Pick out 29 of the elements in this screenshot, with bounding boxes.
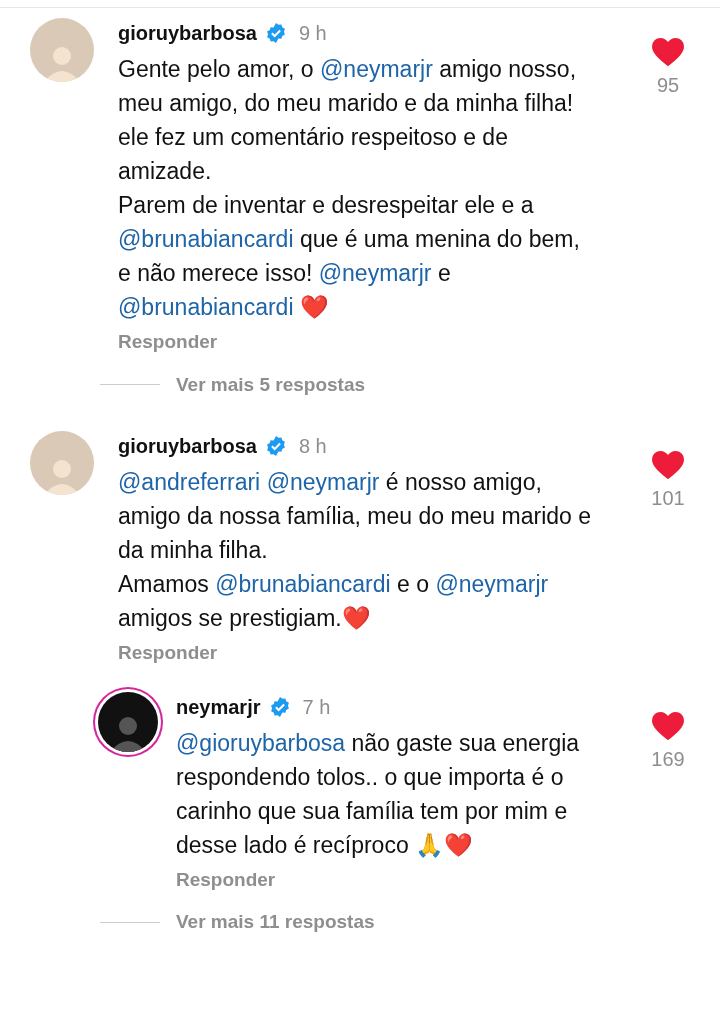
mention-link[interactable]: @neymarjr	[435, 571, 549, 597]
heart-icon[interactable]	[652, 451, 684, 479]
mention-link[interactable]: @neymarjr	[266, 469, 380, 495]
comment-text: @gioruybarbosa não gaste sua energia respondendo tolos.. o que importa é o carinho que sua família tem por mim e desse lado é recíproco 🙏❤	[176, 728, 581, 860]
like-count: 95	[656, 73, 680, 98]
username[interactable]: gioruybarbosa	[118, 431, 257, 461]
comment-text: Gente pelo amor, o @neymarjr amigo nosso, meu amigo, do meu marido e da minha filha! ele fez um comentário respeitoso e de amizade. Parem de inventar e desrespeitar ele e a @brunabiancardi que é uma menina do bem, e não merece isso! @neymarjr e @brunabiancardi ❤	[118, 55, 581, 322]
mention-link[interactable]: @brunabiancardi	[118, 294, 294, 320]
mention-link[interactable]: @neymarjr	[318, 260, 432, 286]
username[interactable]: gioruybarbosa	[118, 18, 257, 48]
reply-button[interactable]: Responder	[176, 865, 276, 894]
mention-link[interactable]: @gioruybarbosa	[176, 729, 346, 756]
view-replies-link[interactable]: Ver mais 5 respostas	[176, 370, 366, 399]
heart-icon[interactable]	[652, 711, 684, 740]
mention-link[interactable]: @andreferrari	[118, 469, 261, 495]
view-replies-link[interactable]: Ver mais 11 respostas	[176, 908, 375, 937]
comment-text: @andreferrari @neymarjr é nosso amigo, amigo da nossa família, meu do meu marido e da minha filha. Amamos @brunabiancardi e o @neymarjr amigos se prestigiam.❤	[118, 468, 593, 633]
reply-button[interactable]: Responder	[118, 639, 218, 668]
mention-link[interactable]: @neymarjr	[320, 56, 433, 82]
mention-link[interactable]: @brunabiancardi	[215, 571, 391, 597]
like-count: 169	[651, 746, 685, 772]
mention-link[interactable]: @brunabiancardi	[118, 226, 294, 252]
reply-button[interactable]: Responder	[118, 328, 218, 357]
timestamp: 9 h	[298, 21, 327, 46]
timestamp: 7 h	[302, 694, 331, 720]
like-count: 101	[651, 486, 685, 511]
heart-icon[interactable]	[652, 38, 684, 66]
username[interactable]: neymarjr	[176, 691, 261, 722]
timestamp: 8 h	[298, 434, 327, 459]
